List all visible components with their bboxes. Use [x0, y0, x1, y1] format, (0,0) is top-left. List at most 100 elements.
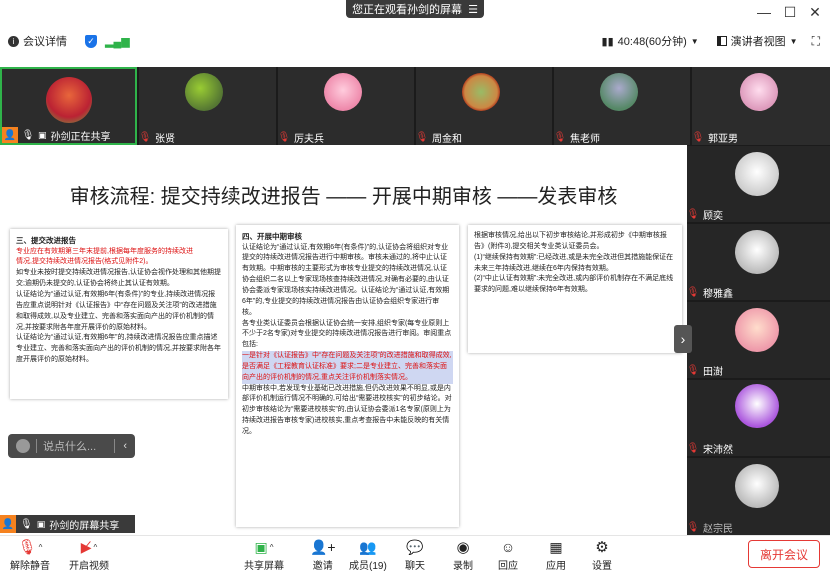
share-label-text: 孙剑的屏幕共享	[49, 520, 120, 532]
comment-input[interactable]: 说点什么... ‹	[8, 434, 135, 458]
chevron-right-icon[interactable]: ›	[674, 325, 692, 353]
tile-namebar: 🎙 穆雅鑫	[687, 284, 739, 300]
signal-icon: ▂▄▆	[105, 35, 130, 48]
chevron-left-icon[interactable]: ‹	[123, 440, 127, 452]
document-panel-2: 四、开展中期审核 认证结论为“通过认证,有效期6年(有条件)”的,认证协会将组织…	[236, 225, 459, 527]
invite-button[interactable]: 👤+ 邀请	[310, 537, 336, 573]
avatar	[735, 230, 779, 274]
user-icon: 👤	[0, 515, 16, 533]
leave-meeting-button[interactable]: 离开会议	[748, 540, 820, 568]
mic-muted-icon: 🎙	[686, 442, 700, 454]
tile-namebar: 🎙 顾奕	[687, 206, 729, 222]
timer-display[interactable]: ▮▮ 40:48(60分钟) ▼	[602, 33, 699, 49]
mute-button[interactable]: 🎙 ^ 解除静音	[10, 537, 50, 572]
chat-button[interactable]: 💬 聊天	[405, 537, 425, 573]
maximize-button[interactable]: ☐	[778, 4, 802, 21]
close-button[interactable]: ✕	[803, 4, 827, 21]
video-tile-lifubing[interactable]: 🎙 厉夫兵	[278, 67, 414, 145]
tile-namebar: 🎙 宋沛然	[687, 440, 739, 456]
apps-icon: ▦	[549, 538, 563, 555]
tile-namebar: 🎙 田澍	[687, 362, 729, 378]
doc-text: 各专业类认证委员会根据认证协会统一安排,组织专家(每专业原则上不少于2名专家)对…	[242, 319, 452, 349]
invite-label: 邀请	[312, 561, 333, 572]
avatar	[324, 73, 362, 111]
mic-muted-icon: 🎙	[277, 131, 291, 143]
fullscreen-icon[interactable]: ⛶	[812, 34, 820, 49]
tile-namebar: 🎙 张贤	[139, 129, 181, 145]
doc-text: 中期审核中,若发现专业基础已改进措施,但仍改进效果不明显,或是内部评价机制运行情…	[242, 384, 452, 435]
doc-text: (2)“中止认证有效期”:未完全改进,或内部评价机制存在不满足底线要求的问题,难…	[474, 275, 674, 294]
video-tile-guyi[interactable]: 🎙 顾奕	[687, 146, 830, 222]
avatar	[46, 77, 92, 123]
chat-icon: 💬	[406, 538, 424, 555]
mic-muted-icon: 🎙	[138, 131, 152, 143]
doc-heading: 四、开展中期审核	[242, 232, 302, 241]
chevron-down-icon: ▼	[690, 36, 699, 46]
settings-button[interactable]: ⚙ 设置	[592, 537, 612, 572]
mic-muted-icon: 🎙	[686, 208, 700, 220]
avatar	[735, 384, 779, 428]
screen-share-icon: ▣	[36, 518, 46, 529]
video-tile-zhangxian[interactable]: 🎙 张贤	[139, 67, 276, 145]
video-tile-muyaxin[interactable]: 🎙 穆雅鑫	[687, 224, 830, 300]
share-screen-button[interactable]: ▣ ^ 共享屏幕	[244, 537, 284, 573]
avatar	[740, 73, 778, 111]
doc-text: 情况,提交持续改进情况报告(格式见附件2)。	[16, 258, 153, 266]
doc-text: 认证结论为“通过认证,有效期6年”的,持续改进情况报告应重点描述专业建立、完善和…	[16, 334, 221, 364]
timer-icon: ▮▮	[601, 35, 614, 48]
avatar	[185, 73, 223, 111]
tile-namebar: 🎙 周金和	[416, 129, 468, 145]
video-tile-sunjian[interactable]: 👤 🎙 ▣ 孙剑正在共享	[0, 67, 137, 145]
video-button[interactable]: ▶̸ ^ 开启视频	[69, 537, 109, 573]
members-button[interactable]: 👥 成员(19)	[349, 537, 387, 573]
reaction-button[interactable]: ☺ 回应	[498, 537, 518, 572]
video-tile-jiao[interactable]: 🎙 焦老师	[554, 67, 690, 145]
invite-icon: 👤+	[310, 538, 336, 555]
tile-namebar: 🎙 郭亚男	[692, 129, 744, 145]
doc-text: 根据审核情况,给出以下初步审核结论,并形成初步《中期审核报告》(附件3),提交相…	[474, 232, 667, 250]
avatar	[462, 73, 500, 111]
video-tile-songpeiran[interactable]: 🎙 宋沛然	[687, 380, 830, 456]
mic-muted-icon: 🎙	[686, 364, 700, 376]
menu-icon[interactable]: ☰	[468, 3, 478, 16]
doc-text: (1)“继续保持有效期”:已经改进,或是未完全改进但其措施能保证在未来三年持续改…	[474, 253, 674, 272]
video-tile-zhoujinhe[interactable]: 🎙 周金和	[416, 67, 552, 145]
smiley-icon[interactable]	[16, 439, 30, 453]
apps-button[interactable]: ▦ 应用	[546, 537, 566, 573]
comment-placeholder: 说点什么...	[43, 441, 97, 453]
tile-name: 周金和	[432, 133, 462, 145]
video-tile-guoyanan[interactable]: 🎙 郭亚男	[692, 67, 830, 145]
mic-muted-icon: 🎙	[415, 131, 429, 143]
avatar	[735, 464, 779, 508]
slide-title: 审核流程: 提交持续改进报告 —— 开展中期审核 ——发表审核	[69, 186, 618, 208]
tile-name: 田澍	[703, 366, 723, 378]
mic-muted-icon: 🎙	[686, 286, 700, 298]
tile-name: 赵宗民	[703, 523, 733, 535]
chat-label: 聊天	[405, 561, 425, 572]
video-tile-tianshu[interactable]: 🎙 田澍	[687, 302, 830, 378]
meeting-info-button[interactable]: i 会议详情	[8, 33, 67, 49]
share-label: 共享屏幕	[244, 561, 284, 572]
tile-name: 郭亚男	[708, 133, 738, 145]
chevron-down-icon: ▼	[789, 36, 798, 46]
mic-muted-icon: 🎙	[553, 131, 567, 143]
view-mode-button[interactable]: 演讲者视图 ▼	[716, 33, 798, 49]
tile-name: 宋沛然	[703, 444, 733, 456]
share-status-banner: 您正在观看孙剑的屏幕 ☰	[346, 0, 484, 18]
video-label: 开启视频	[69, 561, 109, 572]
divider	[36, 439, 37, 453]
gear-icon: ⚙	[595, 539, 609, 556]
mic-muted-icon: 🎙	[691, 131, 705, 143]
shield-icon[interactable]: ✓	[85, 34, 97, 48]
timer-label: 40:48(60分钟)	[617, 36, 687, 48]
record-button[interactable]: ◉ 录制	[453, 537, 473, 572]
minimize-button[interactable]: —	[752, 4, 776, 20]
meeting-info-label: 会议详情	[23, 36, 67, 48]
share-screen-icon: ▣ ^	[254, 538, 274, 555]
tile-name: 穆雅鑫	[703, 288, 733, 300]
doc-heading: 三、提交改进报告	[16, 236, 76, 245]
video-off-icon: ▶̸ ^	[80, 538, 98, 555]
tile-name: 张贤	[155, 133, 175, 145]
video-tile-zhaozongmin[interactable]: 🎙 赵宗民	[687, 458, 830, 535]
tile-namebar: 🎙 厉夫兵	[278, 129, 330, 145]
